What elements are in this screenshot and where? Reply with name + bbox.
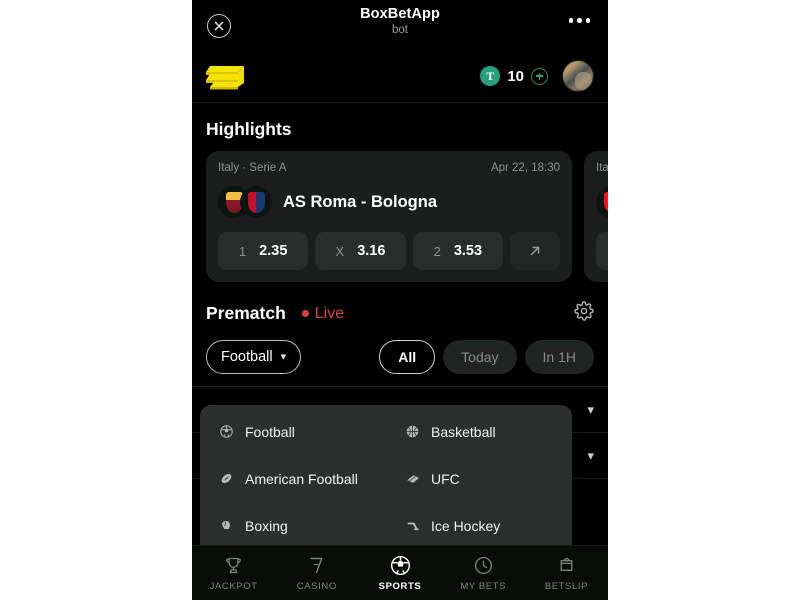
gear-icon[interactable] (574, 301, 594, 326)
tether-icon: T (480, 66, 501, 86)
bottom-navigation: JACKPOT CASINO SPORTS MY BETS BETSLIP (192, 545, 608, 600)
sport-option-ufc[interactable]: UFC (386, 464, 572, 493)
sport-option-label: Ice Hockey (431, 517, 501, 534)
highlight-league: Ita (596, 162, 608, 174)
sport-option-label: Basketball (431, 423, 496, 440)
more-horizontal-icon[interactable] (568, 18, 590, 23)
odds-row (596, 232, 608, 270)
time-filter-in1h[interactable]: In 1H (524, 340, 594, 374)
highlight-time: Apr 22, 18:30 (490, 162, 560, 174)
highlight-card[interactable]: Italy · Serie A Apr 22, 18:30 AS Roma - … (206, 151, 572, 282)
sport-option-label: American Football (245, 470, 358, 487)
phone-frame: BoxBetApp bot T 10 Highlights Italy · Se… (192, 0, 608, 600)
app-title: BoxBetApp (360, 6, 440, 22)
nav-item-jackpot[interactable]: JACKPOT (192, 546, 275, 600)
basketball-icon (404, 423, 421, 440)
odd-value: 3.16 (357, 243, 386, 259)
sport-option-label: Boxing (245, 517, 288, 534)
nav-item-casino[interactable]: CASINO (275, 546, 358, 600)
highlight-league: Italy · Serie A (218, 162, 287, 174)
sport-option-ice-hockey[interactable]: Ice Hockey (386, 511, 572, 540)
nav-item-betslip[interactable]: BETSLIP (525, 546, 608, 600)
clock-icon (473, 554, 494, 576)
app-header: BoxBetApp bot (192, 0, 608, 50)
nav-item-my-bets[interactable]: MY BETS (442, 546, 525, 600)
sport-selector[interactable]: Football ▾ (206, 340, 302, 374)
highlights-title: Highlights (206, 119, 292, 139)
bologna-crest (240, 186, 272, 218)
nav-label: SPORTS (378, 581, 422, 592)
arrow-up-right-icon[interactable] (509, 232, 560, 270)
main-content: Highlights Italy · Serie A Apr 22, 18:30 (192, 103, 608, 545)
highlights-carousel[interactable]: Italy · Serie A Apr 22, 18:30 AS Roma - … (192, 151, 608, 282)
team-crests (218, 186, 272, 218)
highlight-meta: Ita (596, 162, 608, 174)
highlight-card-next[interactable]: Ita (584, 151, 608, 282)
odd-button-1[interactable]: 1 2.35 (218, 232, 309, 270)
american-football-icon (218, 470, 235, 487)
filter-row: Football ▾ All Today In 1H (192, 326, 608, 374)
sport-option-label: Football (245, 423, 295, 440)
time-filter-today[interactable]: Today (443, 340, 517, 374)
time-filter-group: All Today In 1H (379, 340, 594, 374)
ufc-gloves-icon (404, 470, 421, 487)
sport-option-american-football[interactable]: American Football (200, 464, 386, 493)
odd-key: 2 (433, 243, 441, 259)
gold-bars-logo[interactable] (204, 61, 250, 91)
soccer-ball-icon (218, 423, 235, 440)
nav-label: JACKPOT (209, 581, 258, 592)
betslip-icon (556, 554, 577, 576)
boxing-glove-icon (218, 517, 235, 534)
live-label: Live (314, 304, 345, 322)
odds-row: 1 2.35 X 3.16 2 3.53 (218, 232, 560, 270)
ac-milan-crest (596, 186, 608, 218)
odd-button-1[interactable] (596, 232, 608, 270)
balance-display[interactable]: T 10 (480, 66, 548, 86)
avatar[interactable] (562, 60, 594, 92)
prematch-header: Prematch Live (192, 282, 608, 326)
live-dot-icon (301, 310, 309, 317)
screenshot-stage: BoxBetApp bot T 10 Highlights Italy · Se… (0, 0, 800, 600)
match-title: AS Roma - Bologna (283, 192, 438, 211)
sport-dropdown-panel[interactable]: Football Basketball American Football UF… (200, 405, 572, 545)
seven-icon (306, 554, 327, 576)
chevron-down-icon: ▾ (587, 447, 594, 463)
chevron-down-icon: ▾ (280, 350, 287, 363)
time-filter-all[interactable]: All (379, 340, 436, 374)
odd-button-2[interactable]: 2 3.53 (412, 232, 503, 270)
live-tab[interactable]: Live (301, 304, 345, 323)
nav-label: CASINO (296, 581, 337, 592)
sport-selector-label: Football (221, 349, 273, 365)
soccer-ball-icon (389, 554, 412, 576)
highlight-teams: AS Roma - Bologna (218, 186, 560, 218)
ice-hockey-icon (404, 517, 421, 534)
highlight-meta: Italy · Serie A Apr 22, 18:30 (218, 162, 560, 174)
brand-bar: T 10 (192, 50, 608, 103)
app-screen: BoxBetApp bot T 10 Highlights Italy · Se… (192, 0, 608, 600)
sport-option-boxing[interactable]: Boxing (200, 511, 386, 540)
header-title-group: BoxBetApp bot (192, 6, 608, 38)
odd-button-x[interactable]: X 3.16 (315, 232, 406, 270)
team-crests (596, 186, 608, 218)
nav-label: BETSLIP (544, 581, 589, 592)
plus-circle-icon[interactable] (531, 67, 548, 85)
sport-option-basketball[interactable]: Basketball (386, 417, 572, 446)
nav-item-sports[interactable]: SPORTS (358, 546, 441, 600)
chevron-down-icon: ▾ (587, 401, 594, 417)
balance-amount: 10 (507, 67, 524, 85)
odd-value: 3.53 (453, 243, 483, 259)
trophy-icon (223, 554, 244, 576)
sport-option-football[interactable]: Football (200, 417, 386, 446)
sport-dropdown-grid: Football Basketball American Football UF… (200, 417, 572, 540)
prematch-title: Prematch (206, 303, 286, 323)
sport-option-label: UFC (431, 470, 460, 487)
odd-key: X (335, 243, 345, 259)
odd-key: 1 (238, 243, 247, 259)
highlight-teams (596, 186, 608, 218)
odd-value: 2.35 (259, 243, 288, 259)
nav-label: MY BETS (460, 581, 507, 592)
app-subtitle: bot (392, 24, 408, 36)
